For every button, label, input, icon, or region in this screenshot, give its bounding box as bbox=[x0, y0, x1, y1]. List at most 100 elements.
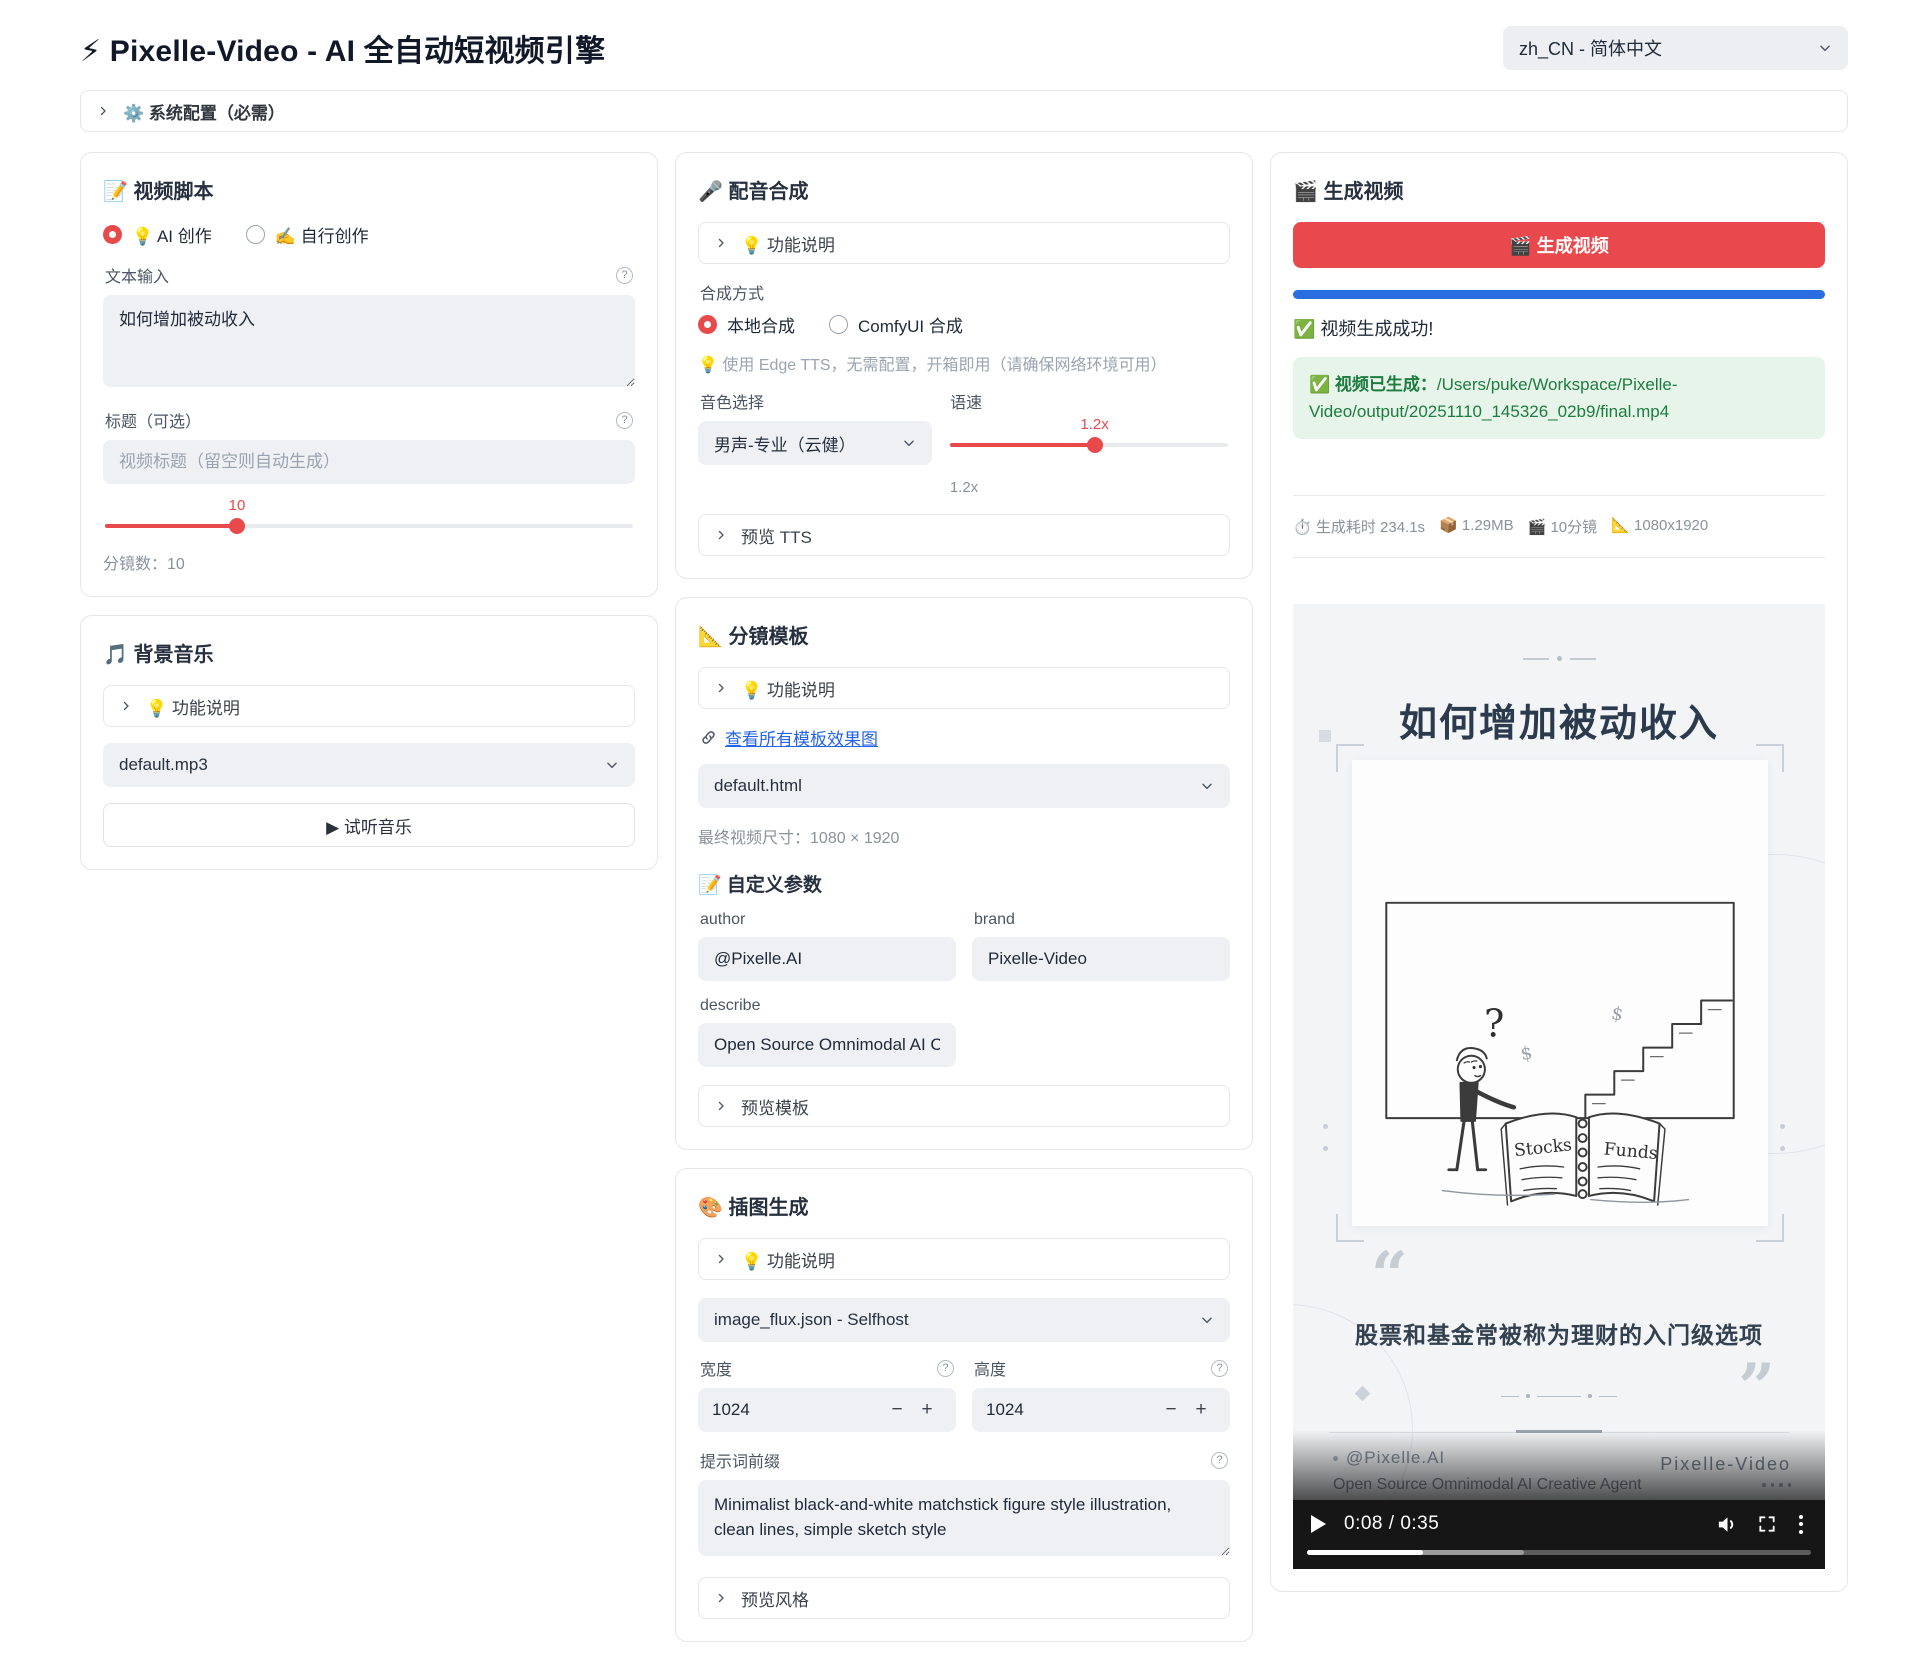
title-input[interactable] bbox=[103, 440, 635, 484]
template-file-select[interactable]: default.html bbox=[698, 764, 1230, 808]
describe-input[interactable] bbox=[698, 1023, 956, 1067]
shots-slider[interactable]: 10 bbox=[105, 524, 633, 528]
column-right: 🎬 生成视频 🎬 生成视频 ✅ 视频生成成功! ✅ 视频已生成：/Users/p… bbox=[1270, 152, 1848, 1592]
author-label: author bbox=[700, 911, 745, 929]
video-footer-left: @Pixelle.AI Open Source Omnimodal AI Cre… bbox=[1333, 1448, 1642, 1494]
shots-slider-value: 10 bbox=[229, 497, 246, 514]
decoration-square bbox=[1319, 730, 1331, 742]
fullscreen-icon[interactable] bbox=[1757, 1514, 1777, 1534]
help-icon[interactable] bbox=[616, 267, 633, 284]
music-help-accordion[interactable]: 💡 功能说明 bbox=[103, 685, 635, 727]
describe-field: describe bbox=[698, 997, 956, 1067]
speed-slider-value: 1.2x bbox=[1080, 416, 1108, 433]
custom-params-title: 📝 自定义参数 bbox=[698, 870, 1230, 897]
increment-button[interactable]: + bbox=[912, 1399, 942, 1421]
speed-slider[interactable]: 1.2x bbox=[950, 443, 1228, 447]
illustration-title: 🎨 插图生成 bbox=[698, 1191, 1230, 1220]
template-preview-label: 预览模板 bbox=[741, 1094, 809, 1119]
decoration-dot bbox=[1323, 1124, 1328, 1129]
style-preview-accordion[interactable]: 预览风格 bbox=[698, 1577, 1230, 1619]
language-value: zh_CN - 简体中文 bbox=[1519, 35, 1662, 61]
script-mode-radios: 💡 AI 创作 ✍️ 自行创作 bbox=[103, 222, 635, 247]
play-music-button[interactable]: ▶ 试听音乐 bbox=[103, 803, 635, 847]
chevron-right-icon bbox=[715, 1253, 727, 1265]
page-title: ⚡ Pixelle-Video - AI 全自动短视频引擎 bbox=[80, 26, 605, 70]
template-help-accordion[interactable]: 💡 功能说明 bbox=[698, 667, 1230, 709]
radio-unselected-icon bbox=[246, 225, 265, 244]
tts-preview-accordion[interactable]: 预览 TTS bbox=[698, 514, 1230, 556]
svg-text:?: ? bbox=[1484, 1002, 1504, 1046]
video-progress-bar[interactable] bbox=[1307, 1550, 1811, 1555]
music-file-value: default.mp3 bbox=[119, 755, 208, 775]
help-icon[interactable] bbox=[1211, 1452, 1228, 1469]
tts-help-accordion[interactable]: 💡 功能说明 bbox=[698, 222, 1230, 264]
text-input[interactable]: 如何增加被动收入 bbox=[103, 295, 635, 387]
footer-dots bbox=[1660, 1483, 1791, 1487]
more-options-icon[interactable] bbox=[1795, 1515, 1807, 1534]
video-title-label: 标题（可选） bbox=[105, 408, 201, 432]
panel-video-script: 📝 视频脚本 💡 AI 创作 ✍️ 自行创作 文本输入 如何增加被动收入 bbox=[80, 152, 658, 597]
help-icon[interactable] bbox=[1211, 1360, 1228, 1377]
radio-comfyui-tts[interactable]: ComfyUI 合成 bbox=[829, 312, 963, 337]
link-icon bbox=[700, 729, 717, 746]
quote-close: ” bbox=[1738, 1356, 1775, 1420]
radio-self-create-label: ✍️ 自行创作 bbox=[275, 222, 369, 247]
footer-tagline: Open Source Omnimodal AI Creative Agent bbox=[1333, 1476, 1642, 1494]
help-icon[interactable] bbox=[616, 412, 633, 429]
play-icon[interactable] bbox=[1311, 1515, 1326, 1533]
tts-method-label: 合成方式 bbox=[700, 280, 764, 304]
voice-speed-row: 音色选择 男声-专业（云健） 语速 1.2x bbox=[698, 389, 1230, 465]
system-config-accordion[interactable]: ⚙️ 系统配置（必需） bbox=[80, 90, 1848, 132]
chevron-right-icon bbox=[715, 237, 727, 249]
bg-music-title: 🎵 背景音乐 bbox=[103, 638, 635, 667]
author-input[interactable] bbox=[698, 937, 956, 981]
volume-icon[interactable] bbox=[1716, 1513, 1739, 1536]
help-icon[interactable] bbox=[937, 1360, 954, 1377]
template-gallery-link[interactable]: 查看所有模板效果图 bbox=[725, 725, 878, 750]
style-preview-label: 预览风格 bbox=[741, 1586, 809, 1611]
illustration-help-accordion[interactable]: 💡 功能说明 bbox=[698, 1238, 1230, 1280]
dollar-doodle: $ bbox=[1519, 1043, 1535, 1066]
template-preview-accordion[interactable]: 预览模板 bbox=[698, 1085, 1230, 1127]
template-file-value: default.html bbox=[714, 776, 802, 796]
chevron-right-icon bbox=[97, 105, 109, 117]
success-message: ✅ 视频生成成功! bbox=[1293, 315, 1825, 341]
width-value[interactable]: 1024 bbox=[712, 1400, 882, 1420]
width-label: 宽度 bbox=[700, 1356, 732, 1380]
radio-self-create[interactable]: ✍️ 自行创作 bbox=[246, 222, 369, 247]
frame-corner bbox=[1336, 1214, 1364, 1242]
decrement-button[interactable]: − bbox=[1156, 1399, 1186, 1421]
stat-size: 📦 1.29MB bbox=[1439, 516, 1514, 537]
chevron-right-icon bbox=[715, 1100, 727, 1112]
template-title: 📐 分镜模板 bbox=[698, 620, 1230, 649]
voice-label: 音色选择 bbox=[700, 389, 764, 413]
video-player[interactable]: 如何增加被动收入 bbox=[1293, 604, 1825, 1569]
workflow-select[interactable]: image_flux.json - Selfhost bbox=[698, 1298, 1230, 1342]
radio-ai-create[interactable]: 💡 AI 创作 bbox=[103, 222, 212, 247]
slider-handle[interactable] bbox=[1087, 437, 1103, 453]
brand-input[interactable] bbox=[972, 937, 1230, 981]
decrement-button[interactable]: − bbox=[882, 1399, 912, 1421]
prompt-prefix-input[interactable]: Minimalist black-and-white matchstick fi… bbox=[698, 1480, 1230, 1556]
decoration-lines bbox=[1293, 656, 1825, 661]
voice-select[interactable]: 男声-专业（云健） bbox=[698, 421, 932, 465]
radio-unselected-icon bbox=[829, 315, 848, 334]
radio-selected-icon bbox=[103, 225, 122, 244]
generate-video-button[interactable]: 🎬 生成视频 bbox=[1293, 222, 1825, 268]
brand-label: brand bbox=[974, 911, 1015, 929]
frame-corner bbox=[1756, 1214, 1784, 1242]
radio-local-tts[interactable]: 本地合成 bbox=[698, 312, 795, 337]
speed-label: 语速 bbox=[950, 389, 982, 413]
generation-progress-bar bbox=[1293, 290, 1825, 299]
music-file-select[interactable]: default.mp3 bbox=[103, 743, 635, 787]
slider-handle[interactable] bbox=[229, 518, 245, 534]
height-value[interactable]: 1024 bbox=[986, 1400, 1156, 1420]
panel-template: 📐 分镜模板 💡 功能说明 查看所有模板效果图 default.html bbox=[675, 597, 1253, 1150]
chevron-down-icon bbox=[1818, 41, 1832, 55]
chevron-down-icon bbox=[1200, 779, 1214, 793]
language-select[interactable]: zh_CN - 简体中文 bbox=[1503, 26, 1848, 70]
chevron-right-icon bbox=[715, 1592, 727, 1604]
illustration-sketch: ? $ $ bbox=[1370, 890, 1750, 1216]
tts-help-label: 💡 功能说明 bbox=[741, 231, 835, 256]
increment-button[interactable]: + bbox=[1186, 1399, 1216, 1421]
